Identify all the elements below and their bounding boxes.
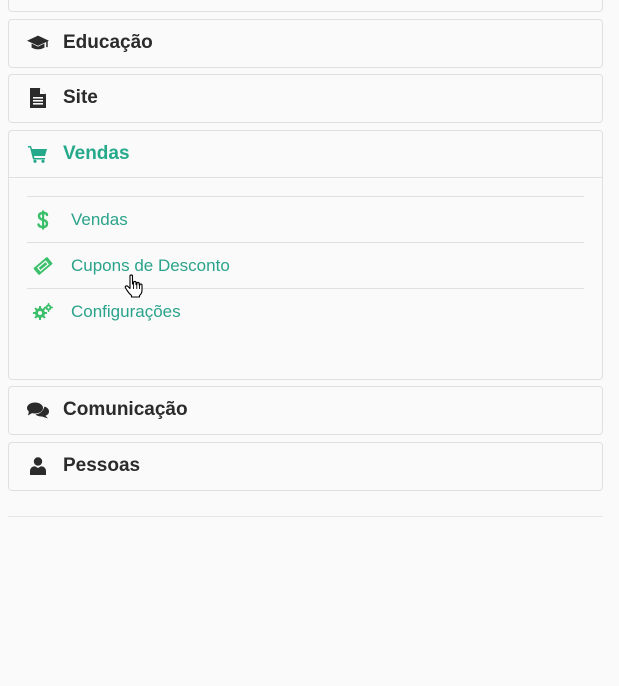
sidebar-menu: Educação Site Vendas Vendas Cupons de De… bbox=[0, 0, 619, 686]
submenu-label-configuracoes: Configurações bbox=[71, 301, 181, 321]
menu-label-pessoas: Pessoas bbox=[63, 455, 141, 476]
gears-icon bbox=[33, 302, 53, 322]
panel-comunicacao: Comunicação bbox=[8, 386, 603, 435]
submenu-item-vendas[interactable]: Vendas bbox=[27, 197, 584, 243]
ticket-icon bbox=[33, 256, 53, 276]
menu-item-comunicacao[interactable]: Comunicação bbox=[9, 387, 602, 433]
panel-site: Site bbox=[8, 74, 603, 123]
divider bbox=[8, 516, 603, 517]
menu-item-site[interactable]: Site bbox=[9, 75, 602, 121]
file-text-icon bbox=[27, 87, 49, 109]
menu-item-educacao[interactable]: Educação bbox=[9, 20, 602, 66]
comments-icon bbox=[27, 399, 49, 421]
shopping-cart-icon bbox=[27, 143, 49, 165]
user-icon bbox=[27, 455, 49, 477]
submenu-label-cupons: Cupons de Desconto bbox=[71, 255, 230, 275]
panel-educacao: Educação bbox=[8, 19, 603, 68]
menu-item-pessoas[interactable]: Pessoas bbox=[9, 443, 602, 489]
submenu-label-vendas: Vendas bbox=[71, 209, 128, 229]
menu-label-comunicacao: Comunicação bbox=[63, 399, 188, 420]
vendas-submenu: Vendas Cupons de Desconto Configurações bbox=[27, 196, 584, 334]
menu-item-vendas[interactable]: Vendas bbox=[9, 131, 602, 178]
panel-partial-top bbox=[8, 0, 603, 12]
panel-vendas: Vendas Vendas Cupons de Desconto Configu… bbox=[8, 130, 603, 380]
menu-label-educacao: Educação bbox=[63, 32, 153, 53]
graduation-cap-icon bbox=[27, 32, 49, 54]
menu-label-site: Site bbox=[63, 87, 98, 108]
submenu-item-cupons[interactable]: Cupons de Desconto bbox=[27, 243, 584, 289]
submenu-item-configuracoes[interactable]: Configurações bbox=[27, 289, 584, 334]
panel-pessoas: Pessoas bbox=[8, 442, 603, 491]
menu-label-vendas: Vendas bbox=[63, 143, 130, 164]
dollar-icon bbox=[33, 210, 53, 230]
